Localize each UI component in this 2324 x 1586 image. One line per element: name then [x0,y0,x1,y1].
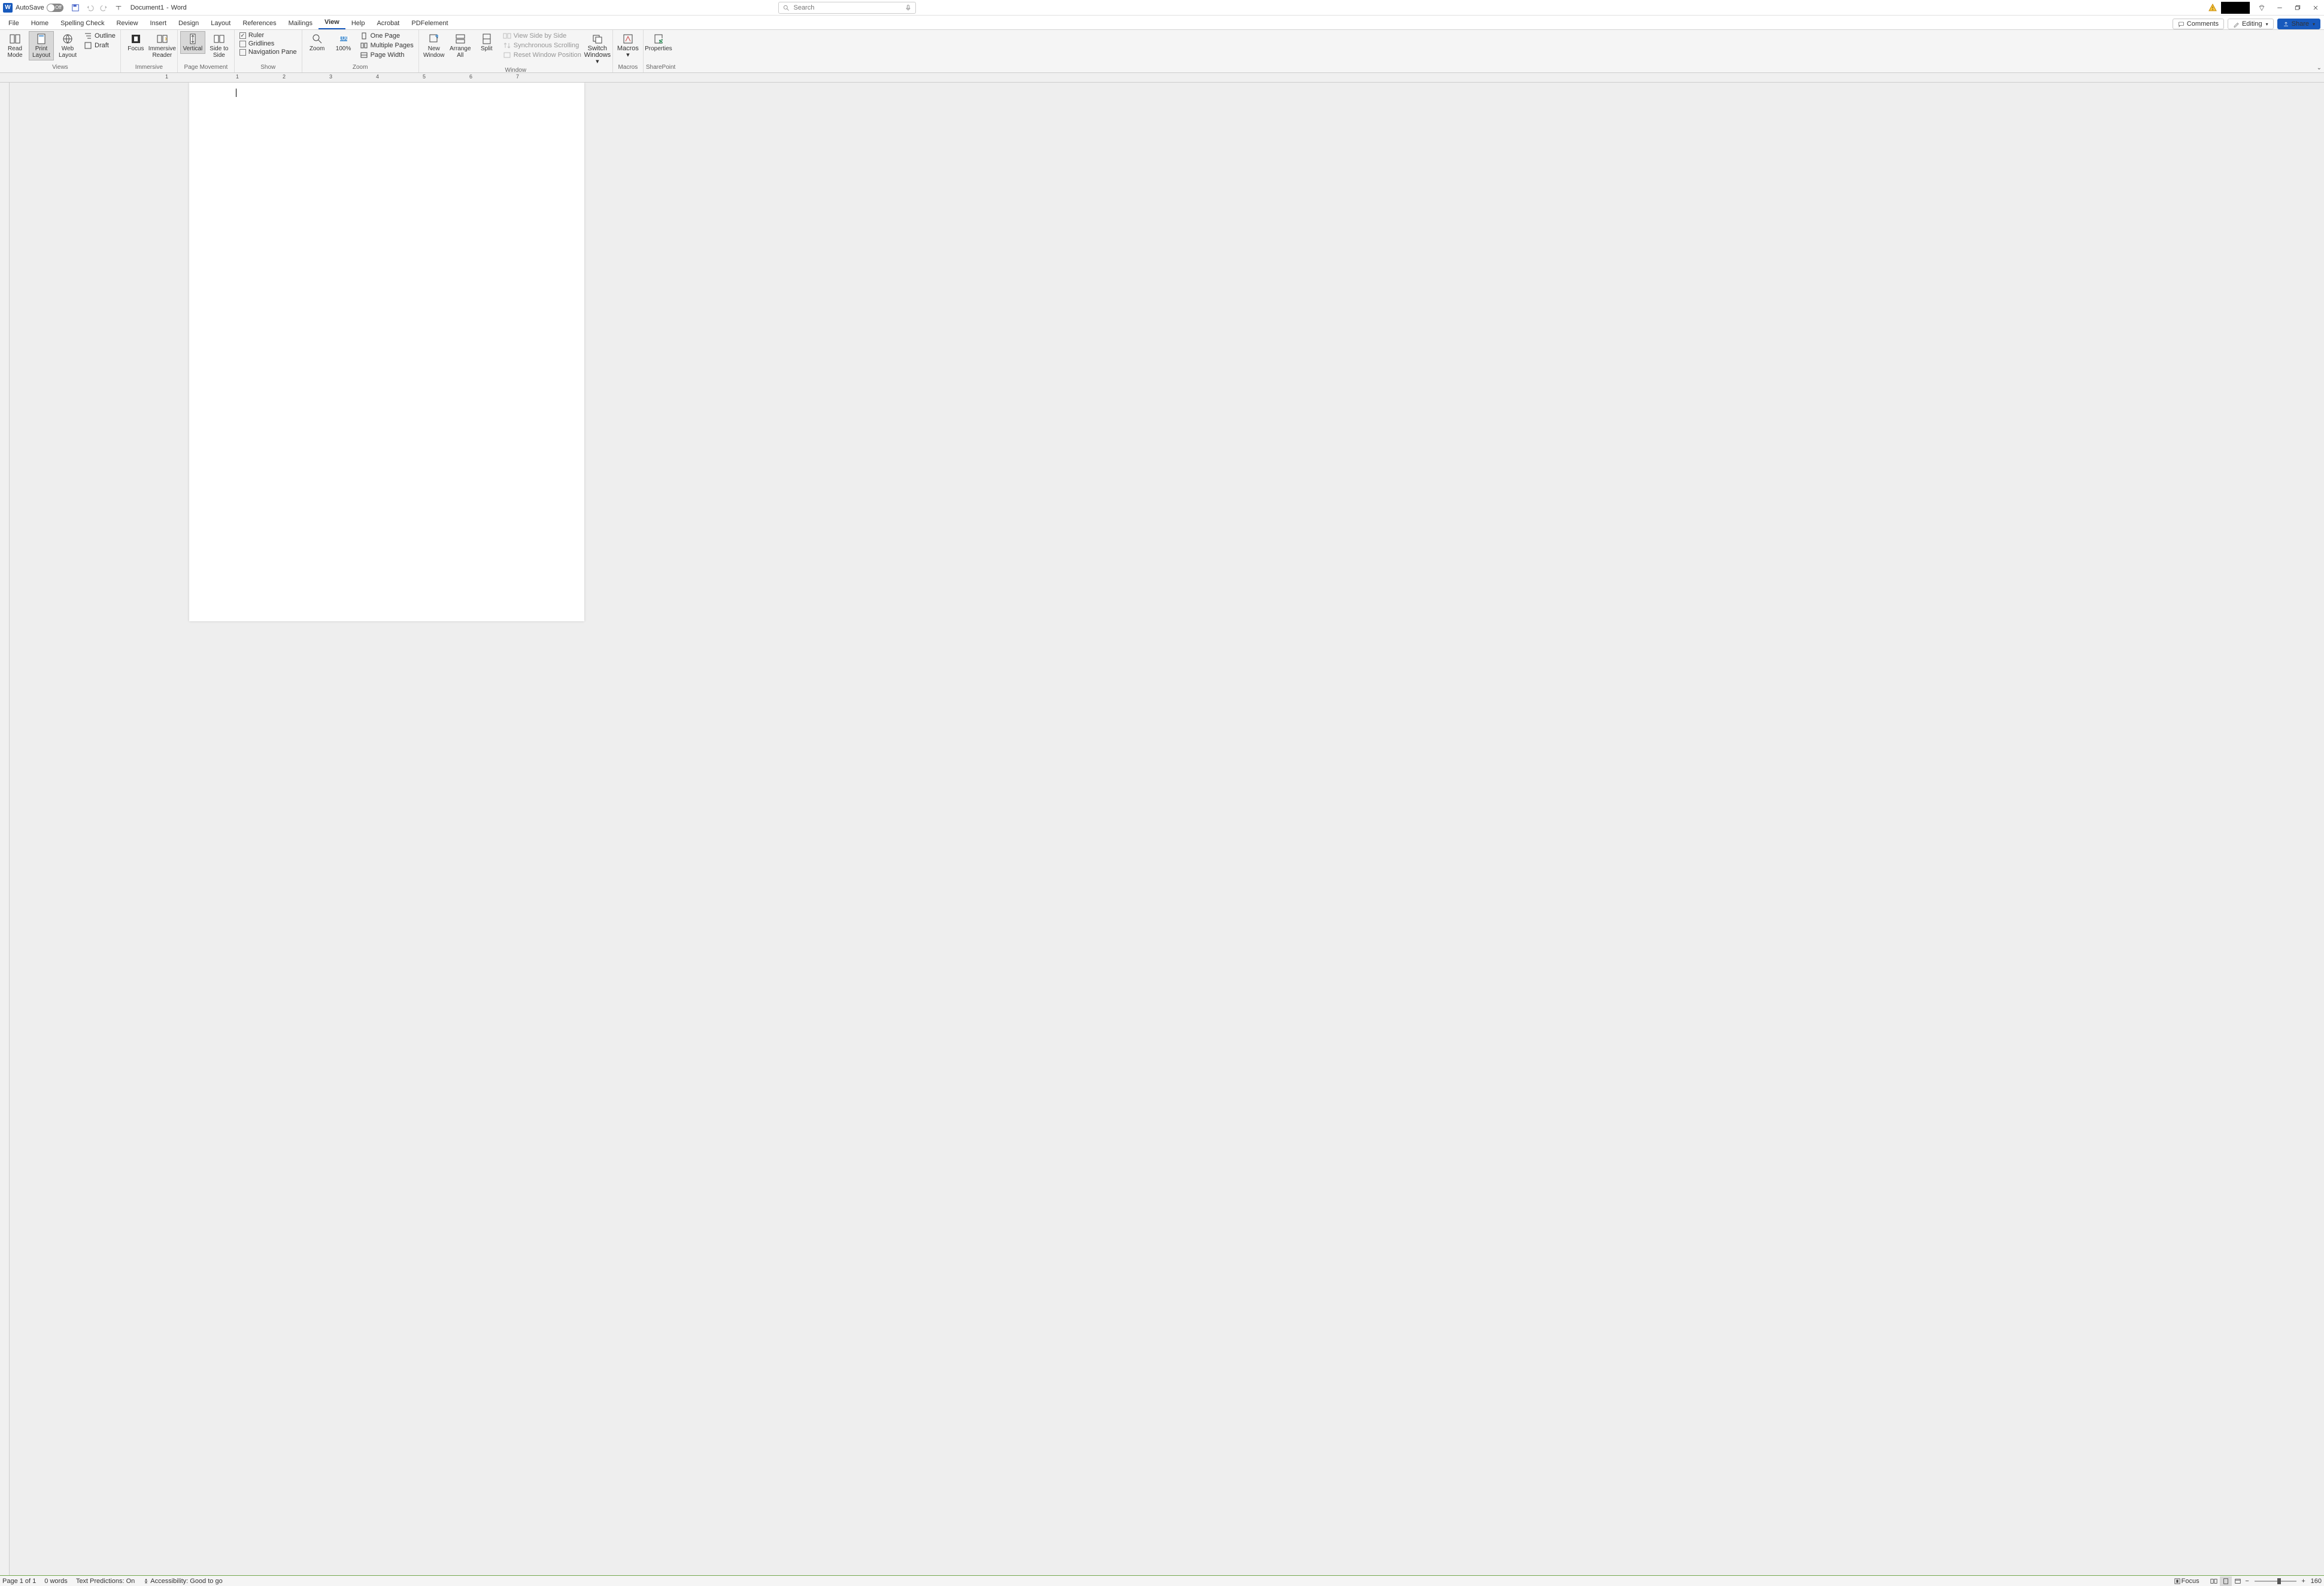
gridlines-checkbox[interactable]: Gridlines [237,40,299,48]
zoom-out-button[interactable]: − [2244,1578,2251,1585]
split-button[interactable]: Split [474,31,499,54]
user-account[interactable] [2221,2,2250,14]
ribbon-tabs: File Home Spelling Check Review Insert D… [0,16,2324,30]
alert-icon[interactable] [2208,3,2217,13]
document-page[interactable] [189,83,584,621]
tab-spelling-check[interactable]: Spelling Check [54,17,110,29]
search-icon [782,4,790,11]
group-page-movement: Vertical Side to Side Page Movement [178,30,235,72]
zoom-100-button[interactable]: 100100% [331,31,356,54]
read-mode-button[interactable]: Read Mode [2,31,28,60]
word-count-status[interactable]: 0 words [44,1578,68,1585]
properties-button[interactable]: SProperties [646,31,671,54]
page-width-button[interactable]: Page Width [357,50,416,60]
chevron-down-icon: ▾ [626,51,630,59]
tab-review[interactable]: Review [110,17,144,29]
diamond-icon[interactable] [2253,0,2270,16]
page-number-status[interactable]: Page 1 of 1 [2,1578,36,1585]
print-layout-view-button[interactable] [2220,1576,2232,1586]
vertical-ruler[interactable] [0,83,10,1575]
group-sharepoint: SProperties SharePoint [644,30,678,72]
share-button[interactable]: Share▾ [2277,19,2320,29]
tab-home[interactable]: Home [25,17,54,29]
navigation-pane-checkbox[interactable]: Navigation Pane [237,48,299,56]
arrange-all-button[interactable]: Arrange All [448,31,473,60]
zoom-in-button[interactable]: + [2300,1578,2307,1585]
group-views: Read Mode Print Layout Web Layout Outlin… [0,30,121,72]
search-box[interactable] [778,2,916,14]
editing-mode-button[interactable]: Editing▾ [2228,19,2274,29]
new-window-button[interactable]: New Window [421,31,447,60]
print-layout-button[interactable]: Print Layout [29,31,54,60]
focus-mode-button[interactable]: Focus [2174,1578,2199,1585]
one-page-button[interactable]: One Page [357,31,416,41]
comments-button[interactable]: Comments [2173,19,2224,29]
reset-window-position-button[interactable]: Reset Window Position [500,50,584,60]
group-immersive: Focus Immersive Reader Immersive [121,30,178,72]
autosave-label: AutoSave [16,4,44,11]
tab-mailings[interactable]: Mailings [283,17,318,29]
accessibility-status[interactable]: Accessibility: Good to go [143,1578,222,1585]
zoom-level[interactable]: 160 [2311,1578,2322,1585]
web-layout-view-button[interactable] [2232,1576,2244,1586]
view-side-by-side-button[interactable]: View Side by Side [500,31,584,41]
tab-layout[interactable]: Layout [205,17,236,29]
close-button[interactable] [2307,0,2324,16]
read-mode-view-button[interactable] [2208,1576,2220,1586]
macros-button[interactable]: Macros▾ [615,31,641,60]
tab-pdfelement[interactable]: PDFelement [405,17,454,29]
ribbon: Read Mode Print Layout Web Layout Outlin… [0,30,2324,73]
search-input[interactable] [793,4,901,11]
tab-view[interactable]: View [318,16,345,29]
multiple-pages-button[interactable]: Multiple Pages [357,41,416,50]
vertical-button[interactable]: Vertical [180,31,205,54]
chevron-down-icon: ▾ [596,58,599,65]
horizontal-ruler[interactable]: 1 1 2 3 4 5 6 7 [0,73,2324,83]
undo-button[interactable] [84,2,96,14]
tab-references[interactable]: References [236,17,282,29]
group-show: Ruler Gridlines Navigation Pane Show [235,30,302,72]
zoom-button[interactable]: Zoom [305,31,330,54]
restore-button[interactable] [2289,0,2306,16]
switch-windows-button[interactable]: Switch Windows ▾ [585,31,610,67]
svg-text:100: 100 [338,35,348,42]
web-layout-button[interactable]: Web Layout [55,31,80,60]
autosave-toggle[interactable]: Off [47,4,63,12]
document-title: Document1-Word [131,4,187,11]
chevron-down-icon: ▾ [2313,22,2315,27]
group-macros: Macros▾ Macros [613,30,644,72]
text-predictions-status[interactable]: Text Predictions: On [76,1578,135,1585]
minimize-button[interactable] [2271,0,2288,16]
side-to-side-button[interactable]: Side to Side [207,31,232,60]
focus-button[interactable]: Focus [123,31,148,54]
tab-acrobat[interactable]: Acrobat [371,17,405,29]
statusbar: Page 1 of 1 0 words Text Predictions: On… [0,1575,2324,1586]
svg-text:S: S [659,37,663,44]
tab-design[interactable]: Design [172,17,205,29]
draft-button[interactable]: Draft [81,41,118,50]
save-button[interactable] [69,2,81,14]
ruler-checkbox[interactable]: Ruler [237,31,299,40]
zoom-slider[interactable] [2255,1581,2296,1582]
document-area [0,83,2324,1575]
redo-button[interactable] [98,2,110,14]
qat-customize[interactable] [113,2,125,14]
group-window: New Window Arrange All Split View Side b… [419,30,613,72]
tab-file[interactable]: File [2,17,25,29]
synchronous-scrolling-button[interactable]: Synchronous Scrolling [500,41,584,50]
collapse-ribbon-button[interactable]: ⌄ [2317,65,2322,71]
group-zoom: Zoom 100100% One Page Multiple Pages Pag… [302,30,419,72]
mic-icon[interactable] [905,4,912,11]
titlebar: W AutoSave Off Document1-Word [0,0,2324,16]
word-logo: W [3,3,13,13]
chevron-down-icon: ▾ [2266,22,2268,27]
outline-button[interactable]: Outline [81,31,118,41]
tab-insert[interactable]: Insert [144,17,173,29]
tab-help[interactable]: Help [345,17,371,29]
immersive-reader-button[interactable]: Immersive Reader [150,31,175,60]
